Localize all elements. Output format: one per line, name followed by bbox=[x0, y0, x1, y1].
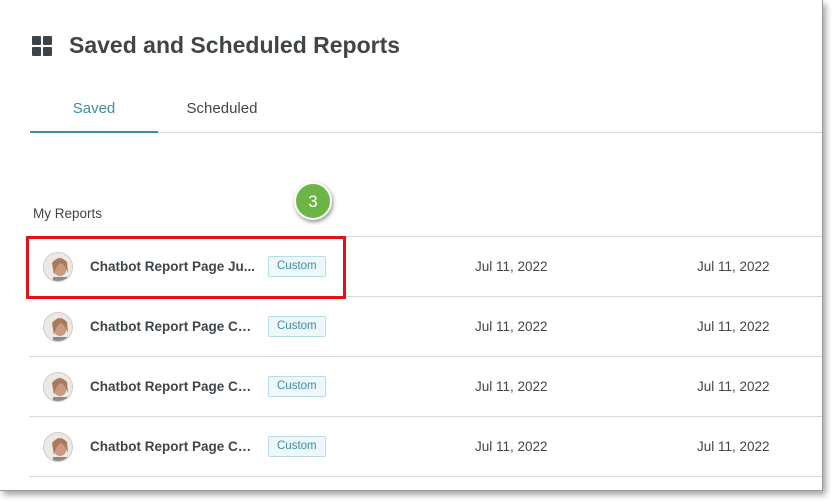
page-title: Saved and Scheduled Reports bbox=[69, 32, 401, 58]
date-modified: Jul 11, 2022 bbox=[697, 439, 770, 454]
tab-scheduled[interactable]: Scheduled bbox=[158, 90, 286, 132]
avatar bbox=[43, 252, 73, 282]
avatar bbox=[43, 372, 73, 402]
report-row[interactable]: Chatbot Report Page Co... Custom Jul 11,… bbox=[29, 356, 822, 416]
page-header: Saved and Scheduled Reports bbox=[32, 32, 400, 59]
report-name[interactable]: Chatbot Report Page Co... bbox=[90, 439, 255, 454]
date-created: Jul 11, 2022 bbox=[475, 259, 548, 274]
report-type-tag: Custom bbox=[268, 256, 326, 277]
date-created: Jul 11, 2022 bbox=[475, 439, 548, 454]
date-created: Jul 11, 2022 bbox=[475, 319, 548, 334]
dashboard-grid-icon bbox=[32, 35, 52, 56]
report-name[interactable]: Chatbot Report Page Co... bbox=[90, 319, 255, 334]
date-modified: Jul 11, 2022 bbox=[697, 259, 770, 274]
report-name[interactable]: Chatbot Report Page Co... bbox=[90, 379, 255, 394]
date-created: Jul 11, 2022 bbox=[475, 379, 548, 394]
report-row[interactable]: Chatbot Report Page Co... Custom Jul 11,… bbox=[29, 296, 822, 356]
avatar bbox=[43, 312, 73, 342]
section-label-my-reports: My Reports bbox=[33, 206, 103, 221]
report-type-tag: Custom bbox=[268, 376, 326, 397]
reports-panel: Saved and Scheduled Reports Saved Schedu… bbox=[0, 0, 823, 491]
avatar bbox=[43, 432, 73, 462]
report-row[interactable]: Chatbot Report Page Ju... Custom Jul 11,… bbox=[29, 236, 822, 296]
reports-list: Chatbot Report Page Ju... Custom Jul 11,… bbox=[29, 236, 822, 477]
tab-saved[interactable]: Saved bbox=[30, 90, 158, 133]
date-modified: Jul 11, 2022 bbox=[697, 379, 770, 394]
report-type-tag: Custom bbox=[268, 436, 326, 457]
report-type-tag: Custom bbox=[268, 316, 326, 337]
report-name[interactable]: Chatbot Report Page Ju... bbox=[90, 259, 255, 274]
report-row[interactable]: Chatbot Report Page Co... Custom Jul 11,… bbox=[29, 416, 822, 477]
tab-bar: Saved Scheduled bbox=[30, 90, 822, 133]
step-callout-badge: 3 bbox=[294, 182, 332, 220]
date-modified: Jul 11, 2022 bbox=[697, 319, 770, 334]
